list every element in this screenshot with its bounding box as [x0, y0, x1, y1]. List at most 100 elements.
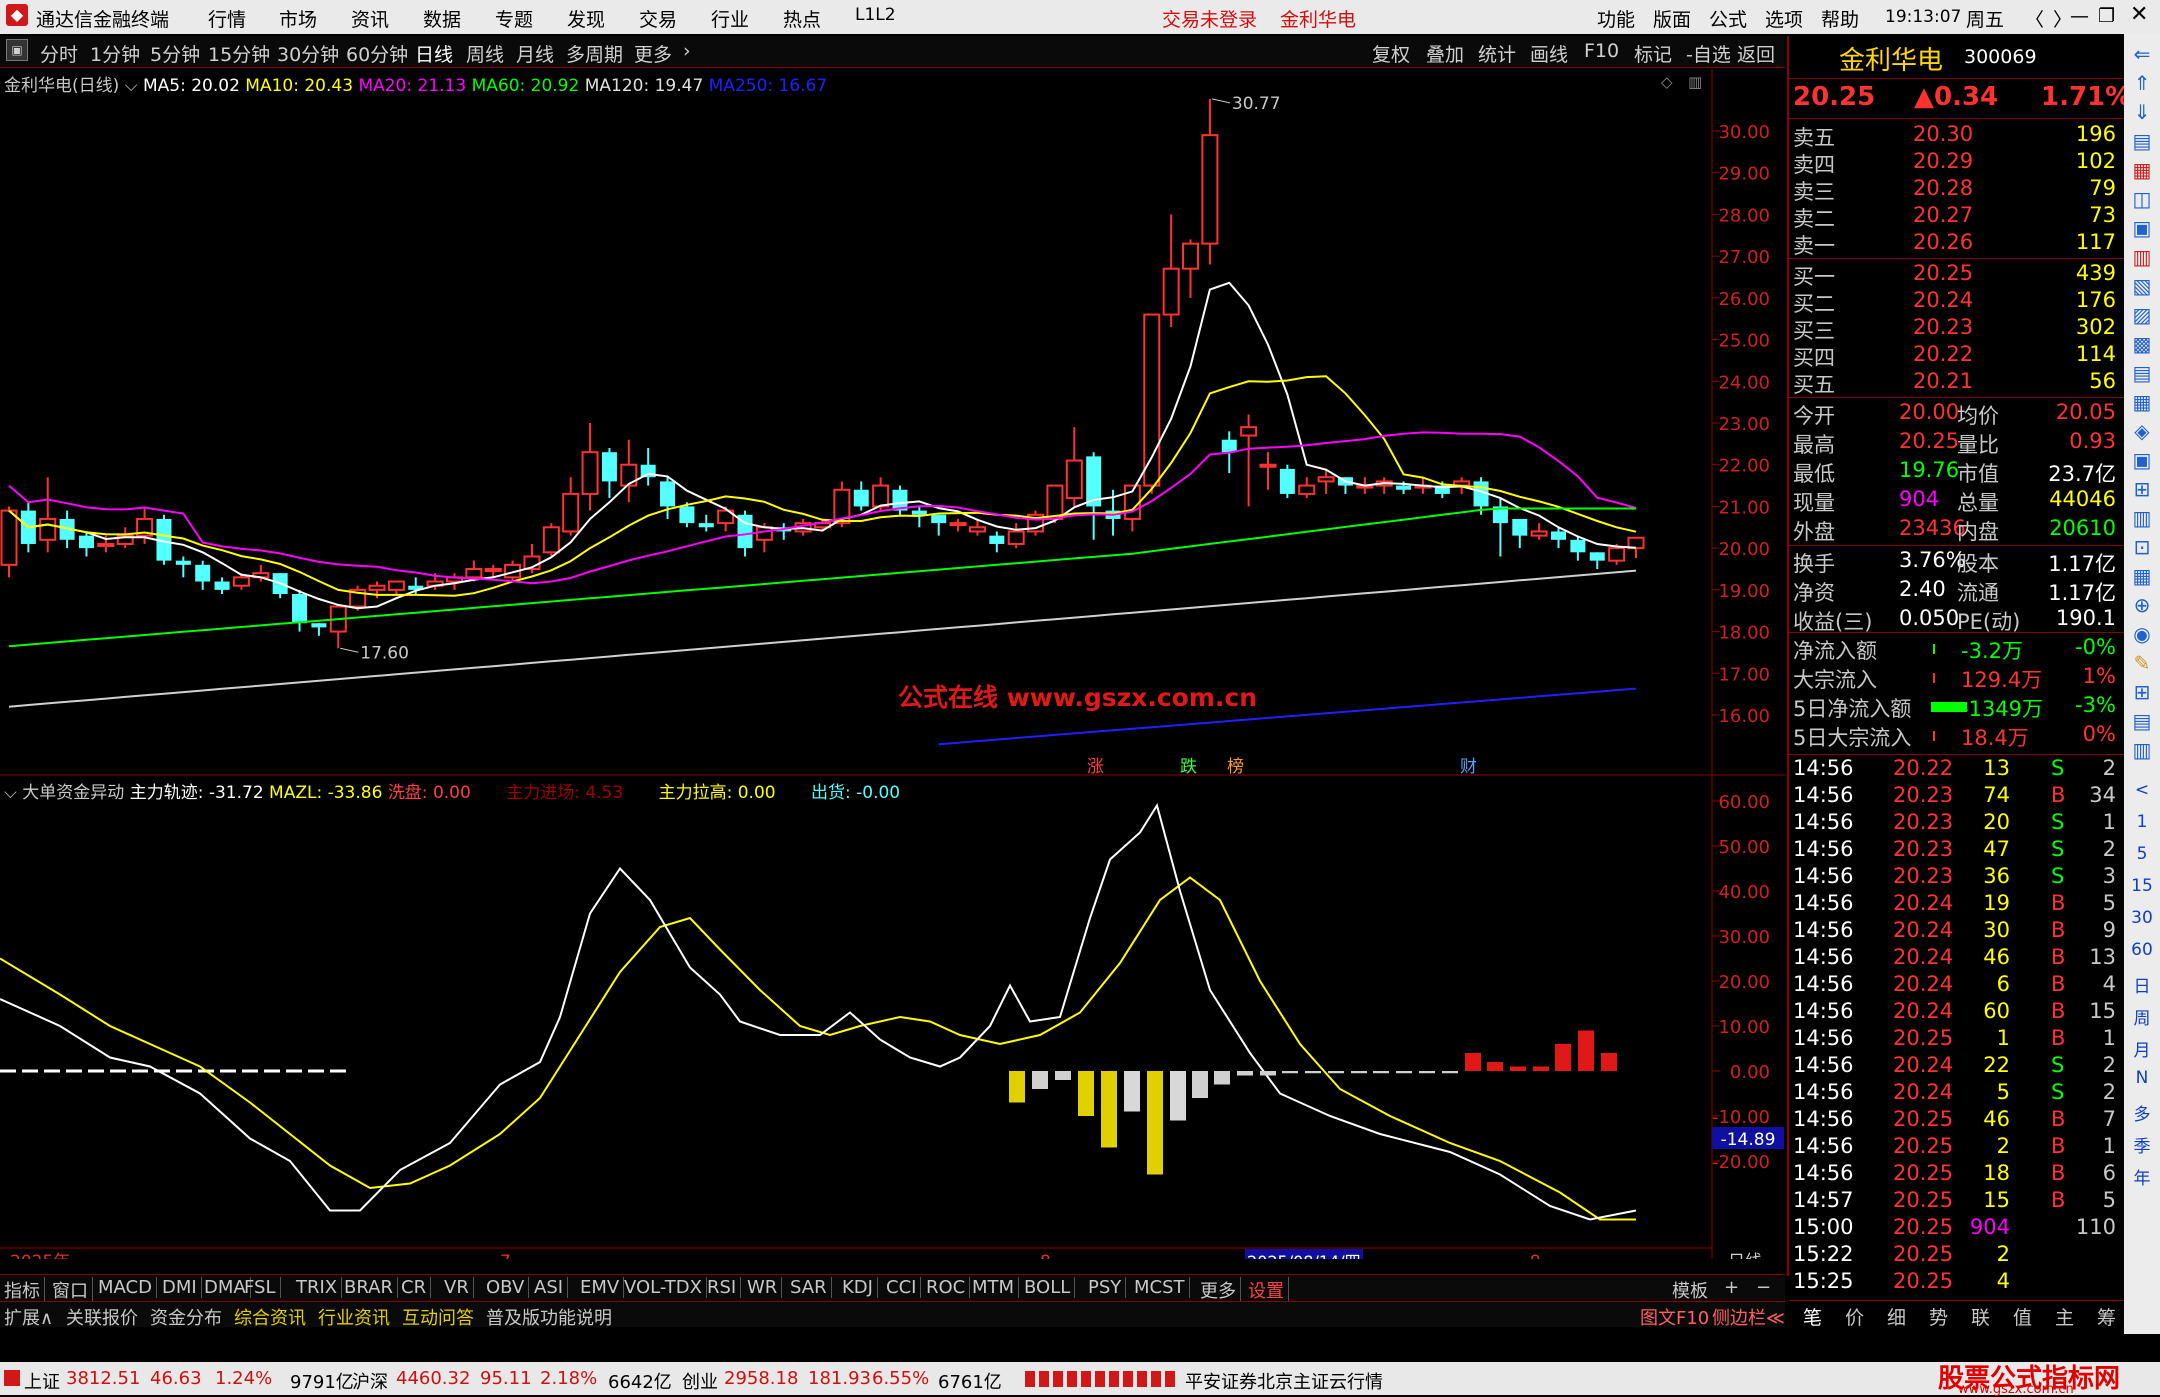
- candle[interactable]: [776, 523, 792, 540]
- menu-discover[interactable]: 发现: [567, 5, 605, 32]
- tool-icon-17[interactable]: ⊡: [2130, 535, 2154, 559]
- period-tab-6[interactable]: 日线: [415, 40, 453, 67]
- candle[interactable]: [175, 556, 191, 578]
- quote-tab-5[interactable]: 值: [2013, 1303, 2032, 1330]
- period-tab-9[interactable]: 多周期: [566, 40, 623, 67]
- menu-trade[interactable]: 交易: [639, 5, 677, 32]
- candle[interactable]: [214, 577, 230, 595]
- tool-icon-14[interactable]: ▣: [2130, 448, 2154, 472]
- tool-icon-9[interactable]: ▨: [2130, 303, 2154, 327]
- menu-market[interactable]: 市场: [279, 5, 317, 32]
- candle[interactable]: [292, 589, 308, 632]
- menu-help[interactable]: 帮助: [1821, 5, 1859, 32]
- candle[interactable]: [892, 485, 908, 515]
- menu-formula[interactable]: 公式: [1709, 5, 1747, 32]
- candle[interactable]: [1027, 510, 1045, 536]
- candle[interactable]: [1375, 477, 1393, 494]
- indicator-tab-17[interactable]: KDJ: [842, 1277, 878, 1298]
- chevron-down-icon[interactable]: ⌵: [125, 76, 138, 96]
- period-tab-3[interactable]: 15分钟: [208, 40, 270, 67]
- period-tab-0[interactable]: 分时: [40, 40, 78, 67]
- quote-tab-6[interactable]: 主: [2055, 1303, 2074, 1330]
- candle[interactable]: [1337, 477, 1353, 494]
- candle[interactable]: [1201, 98, 1219, 265]
- candle[interactable]: [640, 448, 656, 486]
- indicator-tab-15[interactable]: WR: [747, 1277, 783, 1298]
- toolbar-action-6[interactable]: -自选: [1686, 40, 1731, 67]
- indicator-tab-14[interactable]: RSI: [707, 1277, 742, 1298]
- menu-layout[interactable]: 版面: [1653, 5, 1691, 32]
- tool-icon-5[interactable]: ◫: [2130, 187, 2154, 211]
- indicator-tab-11[interactable]: ASI: [534, 1277, 569, 1298]
- indicator-tab-16[interactable]: SAR: [790, 1277, 832, 1298]
- info-tab-3[interactable]: 综合资讯: [234, 1304, 306, 1330]
- candle[interactable]: [601, 448, 617, 499]
- tool-icon-12[interactable]: ▦: [2130, 390, 2154, 414]
- candle[interactable]: [1007, 523, 1025, 549]
- candle[interactable]: [387, 580, 405, 595]
- add-icon[interactable]: +: [1724, 1277, 1739, 1298]
- candle[interactable]: [581, 423, 599, 511]
- expand-icon[interactable]: ▣: [6, 39, 28, 61]
- period-shortcut-3[interactable]: 15: [2124, 876, 2160, 896]
- indicator-name[interactable]: 大单资金异动: [22, 783, 124, 803]
- toolbar-action-2[interactable]: 统计: [1478, 40, 1516, 67]
- tool-icon-24[interactable]: ▥: [2130, 738, 2154, 762]
- candle[interactable]: [1492, 498, 1508, 557]
- period-shortcut-11[interactable]: 季: [2124, 1132, 2160, 1157]
- candle[interactable]: [195, 560, 211, 590]
- indicator-tab-24[interactable]: 更多: [1200, 1277, 1241, 1303]
- indicator-tab-23[interactable]: MCST: [1134, 1277, 1190, 1298]
- minimize-icon[interactable]: —: [2070, 5, 2089, 27]
- sh-label[interactable]: 上证: [24, 1368, 60, 1394]
- info-tab-4[interactable]: 行业资讯: [318, 1304, 390, 1330]
- tool-icon-15[interactable]: ⊞: [2130, 477, 2154, 501]
- candle[interactable]: [1240, 414, 1258, 507]
- tool-icon-20[interactable]: ◉: [2130, 622, 2154, 646]
- tool-icon-19[interactable]: ⊕: [2130, 593, 2154, 617]
- tool-icon-23[interactable]: ▤: [2130, 709, 2154, 733]
- candle[interactable]: [542, 523, 560, 557]
- hs-label[interactable]: 沪深: [352, 1368, 388, 1394]
- menu-quote[interactable]: 行情: [208, 5, 246, 32]
- menu-hot[interactable]: 热点: [783, 5, 821, 32]
- tool-icon-6[interactable]: ▣: [2130, 216, 2154, 240]
- indicator-tab-8[interactable]: CR: [401, 1277, 432, 1298]
- tool-icon-4[interactable]: ▦: [2130, 158, 2154, 182]
- indicator-collapse-icon[interactable]: ⌵: [4, 783, 17, 803]
- indicator-tab-19[interactable]: ROC: [926, 1277, 971, 1298]
- period-shortcut-8[interactable]: 月: [2124, 1036, 2160, 1061]
- indicator-tab-9[interactable]: VR: [444, 1277, 474, 1298]
- period-shortcut-4[interactable]: 30: [2124, 908, 2160, 928]
- event-marker[interactable]: 财: [1460, 757, 1477, 777]
- indicator-tab-0[interactable]: 指标: [4, 1277, 45, 1303]
- event-marker[interactable]: 榜: [1227, 757, 1244, 777]
- menu-function[interactable]: 功能: [1597, 5, 1635, 32]
- tool-icon-13[interactable]: ◈: [2130, 419, 2154, 443]
- period-tab-1[interactable]: 1分钟: [90, 40, 140, 67]
- candle[interactable]: [1512, 518, 1528, 549]
- period-tab-4[interactable]: 30分钟: [277, 40, 339, 67]
- candle[interactable]: [1589, 552, 1605, 569]
- tool-icon-3[interactable]: ▤: [2130, 129, 2154, 153]
- indicator-tab-13[interactable]: VOL-TDX: [624, 1277, 707, 1298]
- indicator-tab-1[interactable]: 窗口: [52, 1277, 93, 1303]
- cy-label[interactable]: 创业: [682, 1368, 718, 1394]
- toolbar-action-5[interactable]: 标记: [1634, 40, 1672, 67]
- tool-icon-0[interactable]: ⇐: [2130, 42, 2154, 66]
- tool-icon-2[interactable]: ⇓: [2130, 100, 2154, 124]
- info-tab-2[interactable]: 资金分布: [150, 1304, 222, 1330]
- candle[interactable]: [660, 477, 676, 519]
- menu-industry[interactable]: 行业: [711, 5, 749, 32]
- tool-icon-7[interactable]: ▥: [2130, 245, 2154, 269]
- toolbar-action-7[interactable]: 返回: [1737, 40, 1775, 67]
- toolbar-action-3[interactable]: 画线: [1530, 40, 1568, 67]
- candle[interactable]: [717, 506, 735, 532]
- menu-topic[interactable]: 专题: [495, 5, 533, 32]
- quote-tab-0[interactable]: 笔: [1803, 1303, 1822, 1330]
- event-marker[interactable]: 跌: [1180, 757, 1197, 777]
- info-tab-1[interactable]: 关联报价: [66, 1304, 138, 1330]
- candle[interactable]: [1162, 214, 1180, 328]
- indicator-tab-20[interactable]: MTM: [972, 1277, 1020, 1298]
- diamond-icon[interactable]: ◇: [1661, 73, 1673, 91]
